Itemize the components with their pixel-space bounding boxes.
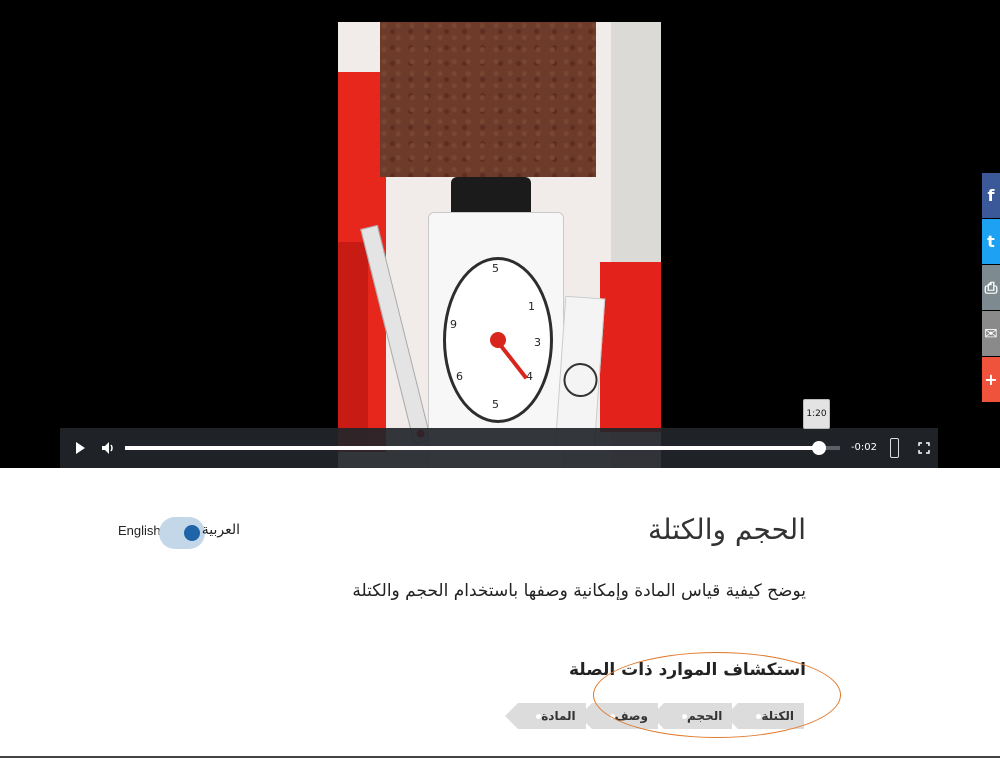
share-bar: f t ⎙ ✉ + <box>982 173 1000 403</box>
progress-handle[interactable] <box>811 441 826 455</box>
print-share-button[interactable]: ⎙ <box>982 265 1000 310</box>
compass-ring <box>562 361 599 399</box>
video-frame[interactable]: 5 1 3 4 5 6 9 <box>338 22 661 468</box>
switch-knob <box>184 525 200 541</box>
tag-item[interactable]: الكتلة <box>725 703 804 729</box>
dial-tick: 5 <box>492 262 499 275</box>
brick-image <box>380 22 596 177</box>
progress-fill <box>125 446 819 450</box>
language-switch[interactable] <box>159 517 205 549</box>
more-share-button[interactable]: + <box>982 357 1000 402</box>
time-remaining: -0:02 <box>850 442 878 453</box>
volume-button[interactable] <box>94 428 122 468</box>
fullscreen-icon <box>918 442 930 454</box>
tag-label: المادة <box>541 709 576 723</box>
time-tooltip: 1:20 <box>803 399 830 429</box>
page-description: يوضح كيفية قياس المادة وإمكانية وصفها با… <box>352 581 806 601</box>
tag-label: وصف <box>614 709 648 723</box>
facebook-icon: f <box>987 186 995 205</box>
tag-item[interactable]: وصف <box>578 703 658 729</box>
dial-tick: 6 <box>456 370 463 383</box>
tag-label: الحجم <box>687 709 723 723</box>
video-controls: -0:02 <box>60 428 938 468</box>
related-resources-heading: استكشاف الموارد ذات الصلة <box>568 660 806 680</box>
scale-dial: 5 1 3 4 5 6 9 <box>443 257 553 423</box>
facebook-share-button[interactable]: f <box>982 173 1000 218</box>
print-icon: ⎙ <box>984 277 998 297</box>
email-icon: ✉ <box>984 324 998 343</box>
twitter-icon: t <box>987 232 995 251</box>
tag-item[interactable]: الحجم <box>650 703 733 729</box>
red-card-shadow <box>338 242 368 442</box>
fullscreen-button[interactable] <box>912 428 936 468</box>
email-share-button[interactable]: ✉ <box>982 311 1000 356</box>
tag-item[interactable]: المادة <box>505 703 586 729</box>
tag-list: الكتلة الحجم وصف المادة <box>505 703 804 729</box>
play-icon <box>75 442 85 454</box>
red-block <box>600 262 661 432</box>
arabic-label[interactable]: العربية <box>202 522 240 538</box>
video-player[interactable]: 5 1 3 4 5 6 9 -0:02 <box>0 0 1000 468</box>
dial-tick: 1 <box>528 300 535 313</box>
progress-bar[interactable] <box>125 441 840 455</box>
tag-label: الكتلة <box>761 709 794 723</box>
dial-tick: 9 <box>450 318 457 331</box>
dial-needle <box>496 340 528 380</box>
page-title: الحجم والكتلة <box>647 513 806 546</box>
twitter-share-button[interactable]: t <box>982 219 1000 264</box>
english-label[interactable]: English <box>118 523 161 538</box>
captions-icon <box>889 438 899 458</box>
more-icon: + <box>984 370 998 389</box>
dial-tick: 5 <box>492 398 499 411</box>
play-button[interactable] <box>66 428 94 468</box>
captions-button[interactable] <box>886 428 902 468</box>
volume-icon <box>102 442 113 454</box>
dial-tick: 3 <box>534 336 541 349</box>
language-toggle: English العربية <box>118 516 240 550</box>
